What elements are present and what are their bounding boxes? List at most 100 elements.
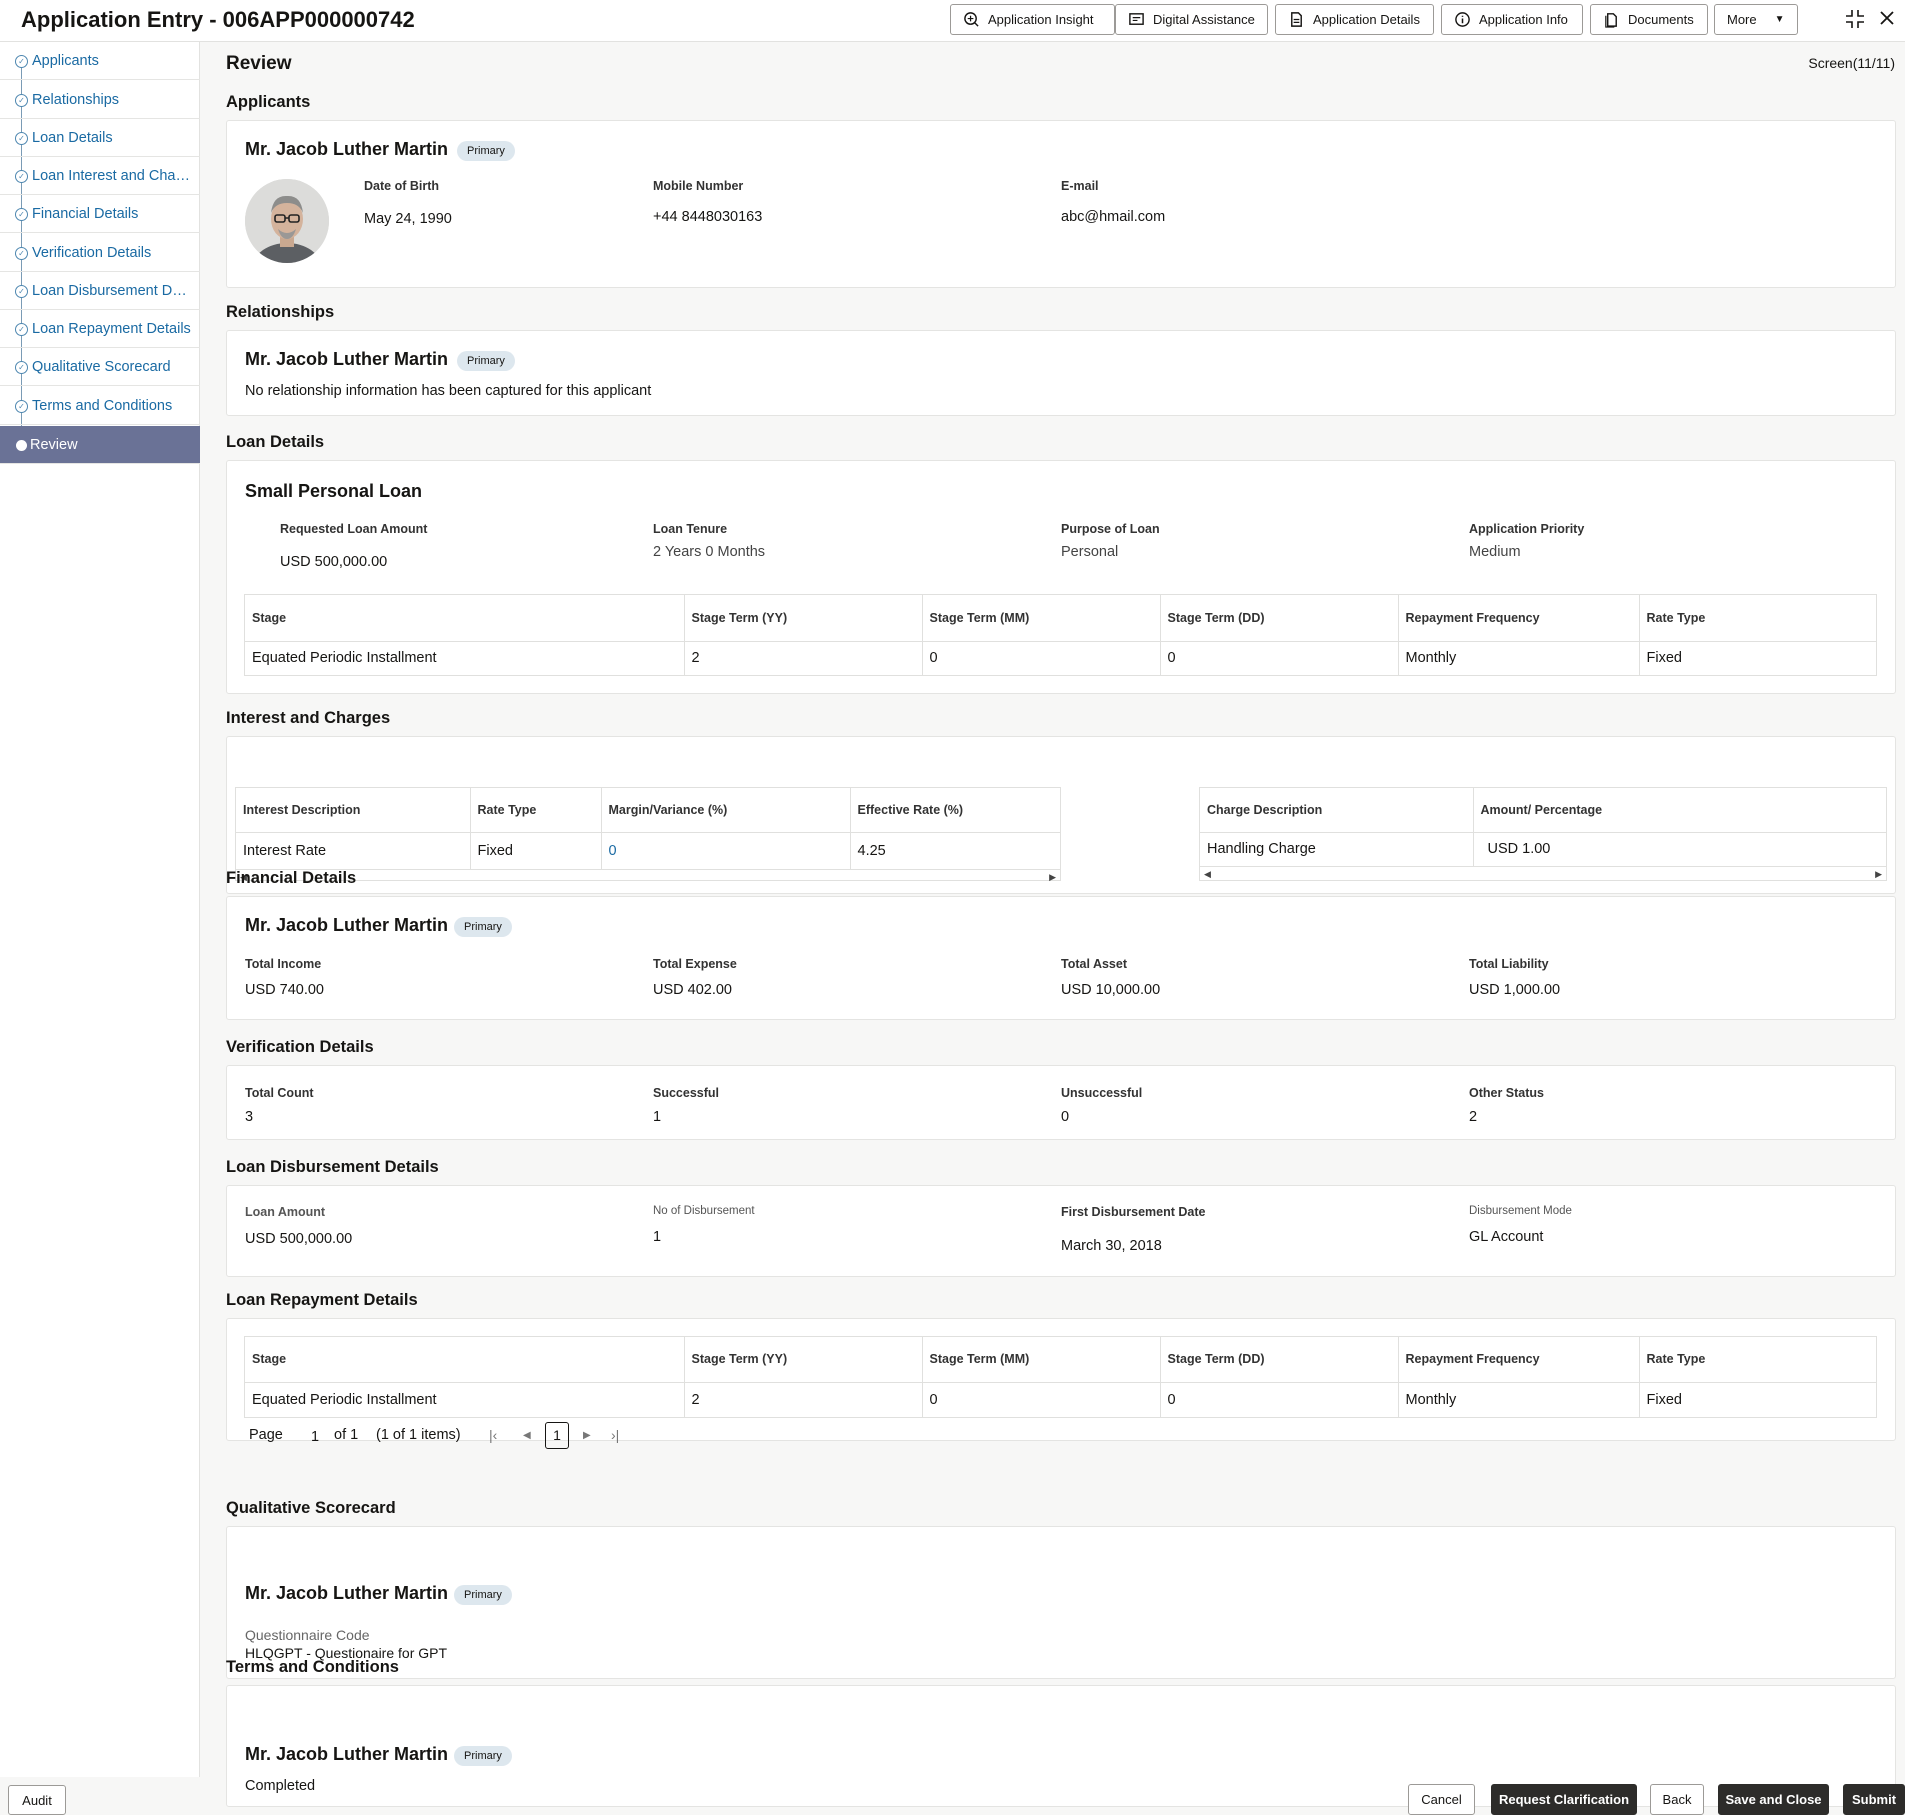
documents-button[interactable]: Documents [1590, 4, 1708, 35]
application-info-button[interactable]: Application Info [1441, 4, 1583, 35]
loan-stage-table: Stage Stage Term (YY) Stage Term (MM) St… [244, 594, 1877, 676]
relationships-section-title: Relationships [226, 303, 335, 321]
sidebar-item-relationships[interactable]: ✓ Relationships [0, 81, 200, 119]
loan-details-section-title: Loan Details [226, 433, 325, 451]
submit-button[interactable]: Submit [1843, 1784, 1905, 1815]
train-stop-sidebar: ✓ Applicants ✓ Relationships ✓ Loan Deta… [0, 42, 200, 1777]
disbursement-mode-label: Disbursement Mode [1469, 1205, 1572, 1217]
scroll-right-icon[interactable]: ▶ [1875, 869, 1882, 880]
disbursement-count-label: No of Disbursement [653, 1205, 755, 1217]
digital-assistance-button[interactable]: Digital Assistance [1115, 4, 1268, 35]
request-clarification-button[interactable]: Request Clarification [1491, 1784, 1637, 1815]
financial-details-card: Mr. Jacob Luther Martin Primary Total In… [226, 896, 1896, 1020]
table-header-row: Stage Stage Term (YY) Stage Term (MM) St… [245, 1337, 1876, 1383]
close-icon[interactable] [1878, 8, 1896, 34]
sidebar-item-loan-disbursement[interactable]: ✓ Loan Disbursement Details [0, 272, 200, 310]
insight-icon [964, 12, 979, 27]
repayment-stage-table: Stage Stage Term (YY) Stage Term (MM) St… [244, 1336, 1877, 1418]
relationship-applicant-name: Mr. Jacob Luther Martin [245, 349, 449, 369]
total-liability-value: USD 1,000.00 [1469, 982, 1561, 998]
back-button[interactable]: Back [1650, 1784, 1704, 1815]
last-page-icon[interactable]: ›| [611, 1427, 619, 1443]
more-dropdown[interactable]: More ▼ [1714, 4, 1798, 35]
priority-value: Medium [1469, 544, 1521, 560]
repayment-section-title: Loan Repayment Details [226, 1291, 418, 1309]
disbursement-section-title: Loan Disbursement Details [226, 1158, 439, 1176]
check-circle-icon: ✓ [15, 285, 28, 298]
table-cell: 2 [684, 1382, 923, 1417]
sidebar-item-financial-details[interactable]: ✓ Financial Details [0, 195, 200, 233]
disbursement-card: Loan Amount USD 500,000.00 No of Disburs… [226, 1185, 1896, 1277]
interest-table-scrollbar[interactable]: ◀ ▶ [236, 869, 1060, 883]
column-header: Effective Rate (%) [850, 788, 1060, 833]
check-circle-icon: ✓ [15, 132, 28, 145]
sidebar-item-loan-interest-charges[interactable]: ✓ Loan Interest and Charges [0, 157, 200, 195]
assistant-icon [1129, 13, 1144, 25]
total-expense-label: Total Expense [653, 957, 737, 971]
email-label: E-mail [1061, 179, 1099, 193]
audit-button[interactable]: Audit [8, 1785, 66, 1815]
relationship-card: Mr. Jacob Luther Martin Primary No relat… [226, 330, 1896, 416]
table-cell: 2 [684, 641, 923, 675]
table-cell: Fixed [1646, 650, 1682, 667]
questionnaire-code-label: Questionnaire Code [245, 1627, 370, 1643]
table-cell: Handling Charge [1200, 832, 1474, 866]
application-details-button[interactable]: Application Details [1275, 4, 1434, 35]
loan-product-name: Small Personal Loan [245, 481, 423, 501]
collapse-icon[interactable] [1844, 8, 1866, 36]
margin-link[interactable]: 0 [601, 832, 851, 869]
previous-page-icon[interactable]: ◀ [523, 1430, 531, 1441]
unsuccessful-label: Unsuccessful [1061, 1086, 1143, 1100]
check-circle-icon: ✓ [15, 94, 28, 107]
table-cell: Equated Periodic Installment [245, 1382, 685, 1417]
sidebar-item-loan-repayment[interactable]: ✓ Loan Repayment Details [0, 310, 200, 348]
column-header: Repayment Frequency [1398, 595, 1640, 642]
terms-section-title: Terms and Conditions [226, 1658, 399, 1676]
application-insight-button[interactable]: Application Insight [950, 4, 1115, 35]
unsuccessful-value: 0 [1061, 1109, 1070, 1125]
disbursement-mode-value: GL Account [1469, 1229, 1544, 1245]
other-status-label: Other Status [1469, 1086, 1545, 1100]
column-header: Interest Description [236, 788, 471, 833]
scroll-left-icon[interactable]: ◀ [1204, 869, 1211, 880]
main-content: Review Screen(11/11) Applicants Mr. Jaco… [200, 42, 1905, 1807]
verification-card: Total Count 3 Successful 1 Unsuccessful … [226, 1065, 1896, 1140]
scorecard-card: Mr. Jacob Luther Martin Primary Question… [226, 1526, 1896, 1679]
total-income-value: USD 740.00 [245, 982, 324, 998]
charges-table-scrollbar[interactable]: ◀ ▶ [1200, 866, 1886, 880]
sidebar-item-verification-details[interactable]: ✓ Verification Details [0, 234, 200, 272]
repayment-card: Stage Stage Term (YY) Stage Term (MM) St… [226, 1318, 1896, 1449]
relationship-note: No relationship information has been cap… [245, 383, 652, 399]
sidebar-item-terms-conditions[interactable]: ✓ Terms and Conditions [0, 387, 200, 425]
scroll-right-icon[interactable]: ▶ [1049, 872, 1056, 883]
column-header: Charge Description [1200, 788, 1474, 833]
table-cell: 4.25 [857, 842, 886, 859]
sidebar-item-qualitative-scorecard[interactable]: ✓ Qualitative Scorecard [0, 348, 200, 386]
table-cell: Monthly [1398, 1382, 1640, 1417]
total-asset-value: USD 10,000.00 [1061, 982, 1161, 998]
total-liability-label: Total Liability [1469, 957, 1549, 971]
loan-details-card: Small Personal Loan Requested Loan Amoun… [226, 460, 1896, 694]
sidebar-item-loan-details[interactable]: ✓ Loan Details [0, 119, 200, 157]
pager-page-input[interactable]: 1 [311, 1429, 319, 1445]
avatar [245, 179, 329, 263]
applicants-section-title: Applicants [226, 93, 311, 111]
sidebar-item-applicants[interactable]: ✓ Applicants [0, 42, 200, 80]
first-page-icon[interactable]: |‹ [489, 1427, 497, 1443]
mobile-value: +44 8448030163 [653, 209, 763, 225]
info-icon [1455, 12, 1470, 27]
review-heading: Review [226, 53, 292, 74]
sidebar-item-review[interactable]: Review [0, 426, 200, 464]
save-and-close-button[interactable]: Save and Close [1718, 1784, 1829, 1815]
caret-down-icon: ▼ [1774, 14, 1785, 25]
total-income-label: Total Income [245, 957, 322, 971]
next-page-icon[interactable]: ▶ [583, 1430, 591, 1441]
primary-badge: Primary [457, 351, 515, 371]
terms-applicant-name: Mr. Jacob Luther Martin [245, 1744, 449, 1764]
table-header-row: Charge Description Amount/ Percentage [1200, 788, 1886, 833]
cancel-button[interactable]: Cancel [1408, 1784, 1475, 1815]
table-cell: 0 [1160, 1382, 1399, 1417]
current-page-button[interactable]: 1 [545, 1422, 569, 1449]
check-circle-icon: ✓ [15, 247, 28, 260]
check-circle-icon: ✓ [15, 170, 28, 183]
